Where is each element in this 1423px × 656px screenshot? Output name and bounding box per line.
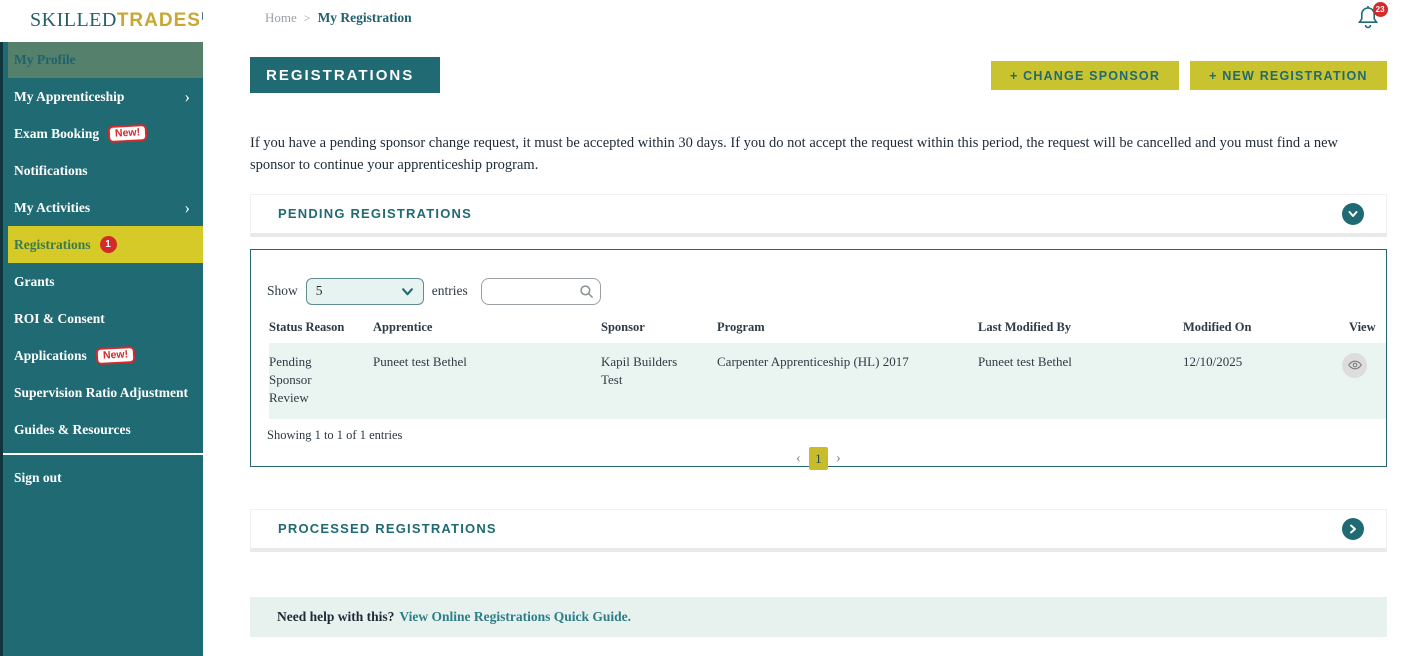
column-header-apprentice[interactable]: Apprentice	[373, 320, 601, 335]
processed-registrations-accordion[interactable]: PROCESSED REGISTRATIONS	[250, 508, 1387, 552]
pending-registrations-accordion[interactable]: PENDING REGISTRATIONS	[250, 193, 1387, 237]
view-registration-button[interactable]	[1342, 352, 1368, 378]
sidebar-item-my-activities[interactable]: My Activities ›	[0, 189, 203, 226]
table-footer: Showing 1 to 1 of 1 entries ‹ 1 ›	[251, 419, 1386, 471]
cell-modified-on: 12/10/2025	[1183, 353, 1243, 369]
sidebar-item-label: My Apprenticeship	[14, 88, 125, 104]
new-badge: New!	[107, 123, 148, 144]
cell-last-modified-by: Puneet test Bethel	[978, 353, 1072, 369]
chevron-down-icon	[401, 287, 413, 295]
table-controls: Show 5 entries	[251, 250, 1386, 305]
page-size-value: 5	[315, 283, 323, 298]
cell-program: Carpenter Apprenticeship (HL) 2017	[717, 353, 909, 369]
pagination-prev-icon[interactable]: ‹	[796, 451, 801, 466]
column-header-modified-on[interactable]: Modified On	[1183, 320, 1338, 335]
column-header-sponsor[interactable]: Sponsor	[601, 320, 717, 335]
brand-logo[interactable]: SKILLEDTRADESBC	[0, 0, 214, 42]
entries-label: entries	[431, 283, 468, 298]
cell-apprentice: Puneet test Bethel	[373, 353, 467, 369]
sidebar-item-label: ROI & Consent	[14, 310, 105, 326]
sidebar-item-label: My Activities	[14, 199, 91, 215]
column-header-view: View	[1349, 319, 1376, 334]
pagination-current-page[interactable]: 1	[808, 447, 828, 471]
sidebar: SKILLEDTRADESBC My Profile My Apprentice…	[0, 0, 214, 656]
menu-divider	[0, 453, 203, 455]
title-row: REGISTRATIONS + CHANGE SPONSOR + NEW REG…	[250, 57, 1387, 93]
sidebar-item-my-apprenticeship[interactable]: My Apprenticeship ›	[0, 78, 203, 115]
cell-status-reason: Pending Sponsor Review	[269, 353, 312, 405]
pagination: ‹ 1 ›	[251, 447, 1386, 471]
page-size-select[interactable]: 5	[305, 277, 424, 305]
sidebar-item-sign-out[interactable]: Sign out	[0, 459, 203, 496]
pagination-next-icon[interactable]: ›	[836, 451, 841, 466]
help-text: Need help with this?	[277, 608, 395, 624]
pending-registrations-table-card: Show 5 entries Status Reason Apprentice …	[250, 248, 1387, 471]
cell-sponsor: Kapil Builders Test	[601, 353, 678, 387]
sidebar-item-label: My Profile	[14, 52, 76, 67]
sidebar-item-label: Applications	[14, 347, 87, 363]
sidebar-item-exam-booking[interactable]: Exam Booking New!	[0, 115, 203, 152]
chevron-right-icon: ›	[184, 198, 190, 217]
cell-view	[1338, 352, 1386, 408]
processed-registrations-title: PROCESSED REGISTRATIONS	[278, 521, 497, 536]
count-badge: 1	[99, 236, 117, 253]
breadcrumb-home[interactable]: Home	[265, 10, 297, 25]
table-header-row: Status Reason Apprentice Sponsor Program…	[251, 320, 1386, 343]
brand-logo-trades: TRADES	[116, 10, 201, 31]
table-row: Pending Sponsor Review Puneet test Bethe…	[269, 342, 1386, 420]
page-body: REGISTRATIONS + CHANGE SPONSOR + NEW REG…	[203, 57, 1423, 637]
sidebar-item-label: Exam Booking	[14, 125, 100, 141]
notification-count-badge: 23	[1372, 2, 1388, 17]
sidebar-item-registrations[interactable]: Registrations 1	[8, 226, 203, 263]
entries-summary: Showing 1 to 1 of 1 entries	[267, 428, 403, 443]
expand-button[interactable]	[1341, 517, 1364, 540]
search-icon	[580, 284, 593, 298]
sidebar-item-label: Sign out	[14, 469, 62, 485]
sidebar-item-supervision-ratio-adjustment[interactable]: Supervision Ratio Adjustment	[0, 374, 203, 411]
sidebar-item-label: Notifications	[14, 162, 88, 178]
chevron-right-icon: ›	[184, 87, 190, 106]
pending-registrations-title: PENDING REGISTRATIONS	[278, 206, 472, 221]
column-header-status-reason[interactable]: Status Reason	[269, 320, 373, 335]
sidebar-item-guides-resources[interactable]: Guides & Resources	[0, 411, 203, 448]
eye-icon	[1347, 360, 1362, 370]
sidebar-item-applications[interactable]: Applications New!	[0, 337, 203, 374]
sidebar-menu: My Profile My Apprenticeship › Exam Book…	[0, 42, 203, 496]
new-badge: New!	[95, 345, 136, 366]
sidebar-item-label: Supervision Ratio Adjustment	[14, 384, 189, 400]
chevron-down-icon	[1348, 210, 1358, 217]
column-header-program[interactable]: Program	[717, 320, 978, 335]
main-content: Home > My Registration 23 REGISTRATIONS + …	[203, 0, 1423, 656]
title-buttons: + CHANGE SPONSOR + NEW REGISTRATION	[990, 57, 1387, 90]
change-sponsor-button[interactable]: + CHANGE SPONSOR	[990, 61, 1180, 90]
help-banner: Need help with this? View Online Registr…	[250, 596, 1387, 637]
sidebar-item-label: Registrations	[14, 236, 91, 252]
notification-bell-button[interactable]: 23	[1356, 2, 1388, 32]
column-header-last-modified-by[interactable]: Last Modified By	[978, 320, 1183, 335]
sidebar-item-label: Guides & Resources	[14, 421, 131, 437]
breadcrumb-current: My Registration	[317, 10, 412, 25]
breadcrumb-separator: >	[303, 11, 311, 25]
sidebar-item-notifications[interactable]: Notifications	[0, 152, 203, 189]
collapse-button[interactable]	[1341, 202, 1364, 225]
sidebar-item-my-profile[interactable]: My Profile	[8, 42, 203, 78]
app-window: SKILLEDTRADESBC My Profile My Apprentice…	[0, 0, 1423, 656]
chevron-right-icon	[1349, 524, 1356, 533]
topbar: Home > My Registration 23	[203, 0, 1423, 29]
brand-logo-skilled: SKILLED	[30, 9, 117, 31]
table-search	[480, 277, 601, 305]
quick-guide-link[interactable]: View Online Registrations Quick Guide.	[399, 609, 631, 625]
new-registration-button[interactable]: + NEW REGISTRATION	[1190, 61, 1387, 90]
intro-text: If you have a pending sponsor change req…	[250, 135, 1339, 173]
page-title: REGISTRATIONS	[250, 57, 441, 93]
sidebar-item-label: Grants	[14, 273, 55, 289]
show-label: Show	[267, 283, 298, 298]
sidebar-item-roi-consent[interactable]: ROI & Consent	[0, 300, 203, 337]
sidebar-item-grants[interactable]: Grants	[0, 263, 203, 300]
